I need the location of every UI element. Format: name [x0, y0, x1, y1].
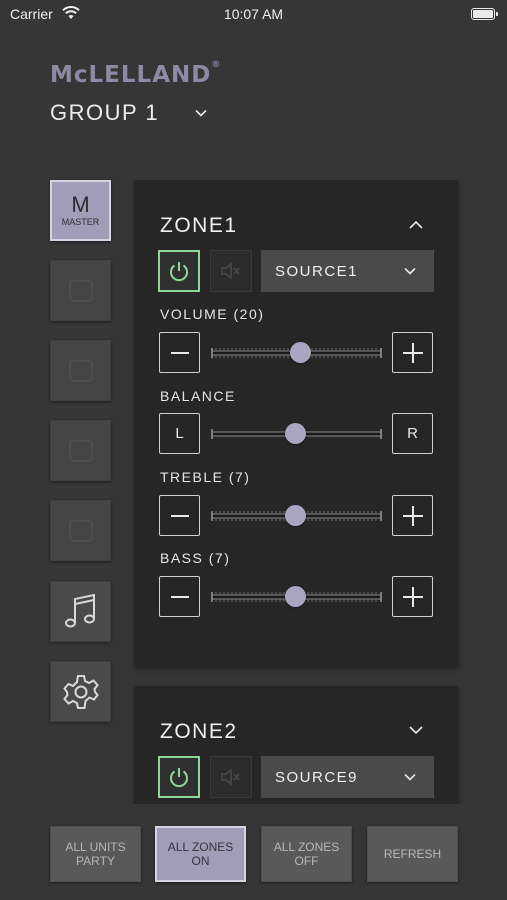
- zone-2-button[interactable]: [50, 340, 111, 401]
- balance-label: BALANCE: [160, 388, 236, 404]
- registered-mark: ®: [211, 60, 222, 70]
- balance-right-label: R: [407, 425, 418, 442]
- brand-logo: McLELLAND®: [50, 60, 222, 88]
- zone-1-icon: [68, 279, 93, 302]
- status-bar: Carrier 10:07 AM: [0, 0, 507, 28]
- zone-3-icon: [68, 439, 93, 462]
- refresh-button[interactable]: REFRESH: [367, 826, 458, 882]
- master-label: MASTER: [61, 217, 100, 227]
- master-button[interactable]: M MASTER: [50, 180, 111, 241]
- plus-icon: [402, 505, 423, 526]
- volume-minus-button[interactable]: [159, 332, 200, 373]
- all-zones-off-button[interactable]: ALL ZONES OFF: [261, 826, 352, 882]
- slider-thumb[interactable]: [284, 423, 306, 444]
- status-time: 10:07 AM: [223, 6, 284, 22]
- slider-thumb[interactable]: [284, 505, 306, 526]
- chevron-down-icon[interactable]: [409, 726, 423, 735]
- zone-2-source-select[interactable]: SOURCE9: [261, 756, 434, 798]
- bottom-action-bar: ALL UNITS PARTY ALL ZONES ON ALL ZONES O…: [0, 804, 507, 900]
- bass-minus-button[interactable]: [159, 576, 200, 617]
- source-label: SOURCE1: [275, 262, 359, 280]
- zone-1-mute-button[interactable]: [210, 250, 252, 292]
- music-button[interactable]: [50, 581, 111, 642]
- volume-label: VOLUME (20): [160, 306, 265, 322]
- chevron-down-icon: [404, 267, 416, 275]
- minus-icon: [170, 351, 189, 354]
- minus-icon: [170, 514, 189, 517]
- gear-icon: [62, 674, 99, 709]
- plus-icon: [402, 586, 423, 607]
- zone-2-mute-button[interactable]: [210, 756, 252, 798]
- zone-1-power-button[interactable]: [158, 250, 200, 292]
- slider-thumb[interactable]: [284, 586, 306, 607]
- bass-plus-button[interactable]: [392, 576, 433, 617]
- group-selector[interactable]: GROUP 1: [50, 100, 207, 126]
- chevron-down-icon: [195, 109, 207, 117]
- settings-button[interactable]: [50, 661, 111, 722]
- group-label: GROUP 1: [50, 100, 160, 125]
- balance-right-button[interactable]: R: [392, 413, 433, 454]
- zone-2-title: ZONE2: [160, 720, 238, 743]
- zone-2-power-button[interactable]: [158, 756, 200, 798]
- treble-plus-button[interactable]: [392, 495, 433, 536]
- treble-minus-button[interactable]: [159, 495, 200, 536]
- bass-slider[interactable]: [210, 586, 383, 607]
- zone-1-source-select[interactable]: SOURCE1: [261, 250, 434, 292]
- zone-4-icon: [68, 519, 93, 542]
- chevron-up-icon[interactable]: [409, 220, 423, 229]
- speaker-mute-icon: [221, 768, 240, 786]
- power-icon: [170, 262, 188, 282]
- logo-text: McLELLAND: [50, 62, 212, 88]
- treble-label: TREBLE (7): [160, 469, 251, 485]
- speaker-mute-icon: [221, 262, 240, 280]
- minus-icon: [170, 595, 189, 598]
- all-zones-on-button[interactable]: ALL ZONES ON: [155, 826, 246, 882]
- zone-2-icon: [68, 359, 93, 382]
- music-note-icon: [64, 593, 95, 627]
- power-icon: [170, 768, 188, 788]
- zone-3-button[interactable]: [50, 420, 111, 481]
- treble-slider[interactable]: [210, 505, 383, 526]
- zone-2-panel: ZONE2 SOURCE9: [134, 686, 459, 816]
- zone-4-button[interactable]: [50, 500, 111, 561]
- balance-left-button[interactable]: L: [159, 413, 200, 454]
- volume-plus-button[interactable]: [392, 332, 433, 373]
- slider-thumb[interactable]: [289, 342, 311, 363]
- chevron-down-icon: [404, 773, 416, 781]
- plus-icon: [402, 342, 423, 363]
- bass-label: BASS (7): [160, 550, 231, 566]
- balance-slider[interactable]: [210, 423, 383, 444]
- zone-1-panel: ZONE1 SOURCE1 VOLUME (20) BALANCE L R TR…: [134, 180, 459, 667]
- battery-icon: [471, 8, 498, 20]
- all-units-party-button[interactable]: ALL UNITS PARTY: [50, 826, 141, 882]
- zone-1-title: ZONE1: [160, 214, 238, 237]
- zone-1-button[interactable]: [50, 260, 111, 321]
- balance-left-label: L: [175, 425, 184, 442]
- source-label: SOURCE9: [275, 768, 359, 786]
- volume-slider[interactable]: [210, 342, 383, 363]
- master-letter: M: [71, 192, 90, 217]
